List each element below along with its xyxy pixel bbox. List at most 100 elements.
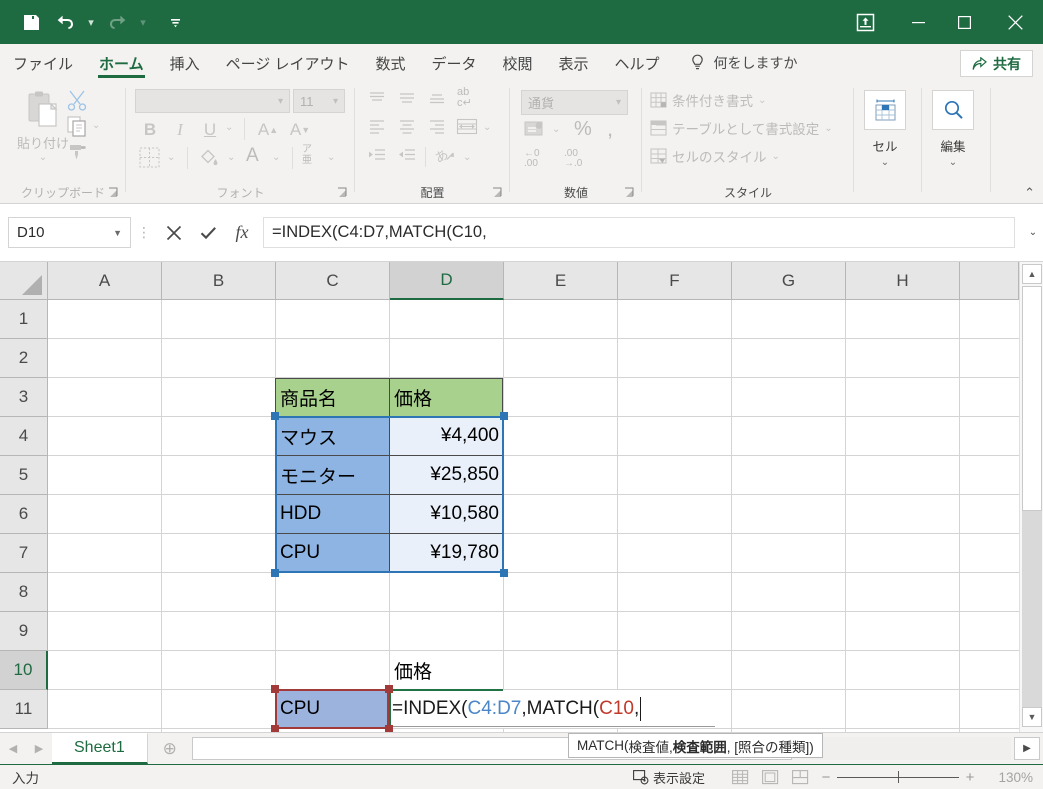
cell-D10-editor[interactable]: =INDEX(C4:D7 ,MATCH(C10, <box>390 690 715 728</box>
cell-area[interactable]: 商品名 価格 マウス ¥4,400 モニター ¥25,850 HDD ¥10,5… <box>48 300 1019 732</box>
cell-D7[interactable]: ¥19,780 <box>390 534 503 572</box>
cell-D6[interactable]: ¥10,580 <box>390 495 503 533</box>
vertical-scroll-thumb[interactable] <box>1022 286 1042 511</box>
cell-C3[interactable]: 商品名 <box>276 378 389 416</box>
row-header-7[interactable]: 7 <box>0 534 48 573</box>
maximize-icon[interactable] <box>941 0 987 44</box>
tell-me-box[interactable]: 何をしますか <box>673 44 798 82</box>
number-dialog-launcher-icon[interactable] <box>624 186 638 200</box>
next-sheet-icon[interactable]: ▶ <box>26 733 52 764</box>
save-icon[interactable] <box>14 5 48 39</box>
clipboard-dialog-launcher-icon[interactable] <box>108 186 122 200</box>
tab-view[interactable]: 表示 <box>546 44 602 82</box>
cell-C5[interactable]: モニター <box>276 456 389 494</box>
column-header-I[interactable] <box>960 262 1019 300</box>
zoom-level-label[interactable]: 130% <box>981 770 1033 785</box>
zoom-in-button[interactable]: + <box>959 769 981 786</box>
column-header-A[interactable]: A <box>48 262 162 300</box>
row-header-8[interactable]: 8 <box>0 573 48 612</box>
page-layout-view-icon[interactable] <box>755 766 785 788</box>
cells-button[interactable]: セル ⌄ <box>856 88 914 184</box>
row-header-1[interactable]: 1 <box>0 300 48 339</box>
cancel-icon[interactable] <box>157 218 191 248</box>
column-header-C[interactable]: C <box>276 262 390 300</box>
zoom-slider[interactable] <box>837 767 959 787</box>
scroll-right-icon[interactable]: ▶ <box>1014 737 1040 760</box>
vertical-scrollbar[interactable]: ▲ ▼ <box>1019 262 1043 732</box>
cell-D5[interactable]: ¥25,850 <box>390 456 503 494</box>
cell-C7[interactable]: CPU <box>276 534 389 572</box>
display-settings-button[interactable]: 表示設定 <box>633 768 705 787</box>
normal-view-icon[interactable] <box>725 766 755 788</box>
cells-chevron-down-icon[interactable]: ⌄ <box>881 157 889 168</box>
ref-handle-tl[interactable] <box>271 685 279 693</box>
previous-sheet-icon[interactable]: ◀ <box>0 733 26 764</box>
column-header-D[interactable]: D <box>390 262 504 300</box>
tab-file[interactable]: ファイル <box>0 44 86 82</box>
alignment-dialog-launcher-icon[interactable] <box>492 186 506 200</box>
cell-C6[interactable]: HDD <box>276 495 389 533</box>
range-handle-tl[interactable] <box>271 412 279 420</box>
collapse-ribbon-chevron-up-icon[interactable]: ⌃ <box>1024 185 1035 201</box>
name-box[interactable]: D10 ▼ <box>8 217 131 248</box>
vertical-scroll-track[interactable] <box>1022 511 1042 707</box>
add-sheet-icon[interactable]: ⊕ <box>148 733 192 764</box>
ref-handle-bl[interactable] <box>271 725 279 732</box>
row-header-3[interactable]: 3 <box>0 378 48 417</box>
formula-bar-splitter[interactable]: ⋮ <box>131 224 157 241</box>
scroll-up-icon[interactable]: ▲ <box>1022 264 1042 284</box>
column-header-B[interactable]: B <box>162 262 276 300</box>
page-break-view-icon[interactable] <box>785 766 815 788</box>
close-icon[interactable] <box>987 0 1043 44</box>
range-handle-br[interactable] <box>500 569 508 577</box>
confirm-check-icon[interactable] <box>191 218 225 248</box>
column-header-E[interactable]: E <box>504 262 618 300</box>
ref-handle-tr[interactable] <box>385 685 393 693</box>
editing-button[interactable]: 編集 ⌄ <box>924 88 982 184</box>
scroll-down-icon[interactable]: ▼ <box>1022 707 1042 727</box>
range-handle-bl[interactable] <box>271 569 279 577</box>
select-all-button[interactable] <box>0 262 48 300</box>
customize-qat-icon[interactable] <box>158 5 192 39</box>
row-header-2[interactable]: 2 <box>0 339 48 378</box>
row-header-10[interactable]: 10 <box>0 651 48 690</box>
minimize-icon[interactable] <box>895 0 941 44</box>
ribbon-display-options-icon[interactable] <box>835 0 895 44</box>
zoom-slider-handle[interactable] <box>898 771 899 783</box>
row-header-6[interactable]: 6 <box>0 495 48 534</box>
share-button[interactable]: 共有 <box>960 50 1033 77</box>
accounting-format-icon <box>523 119 547 146</box>
column-header-H[interactable]: H <box>846 262 960 300</box>
cell-D3[interactable]: 価格 <box>390 378 503 416</box>
row-header-9[interactable]: 9 <box>0 612 48 651</box>
font-dialog-launcher-icon[interactable] <box>337 186 351 200</box>
cell-D4[interactable]: ¥4,400 <box>390 417 503 455</box>
zoom-out-button[interactable]: − <box>815 769 837 786</box>
editing-chevron-down-icon[interactable]: ⌄ <box>949 157 957 168</box>
insert-function-icon[interactable]: fx <box>225 218 259 248</box>
range-handle-tr[interactable] <box>500 412 508 420</box>
sheet-tab-sheet1[interactable]: Sheet1 <box>52 733 148 764</box>
tab-help[interactable]: ヘルプ <box>602 44 673 82</box>
cell-C4[interactable]: マウス <box>276 417 389 455</box>
number-format-combo: 通貨 ▾ <box>521 90 628 115</box>
ref-handle-br[interactable] <box>385 725 393 732</box>
column-header-F[interactable]: F <box>618 262 732 300</box>
row-header-5[interactable]: 5 <box>0 456 48 495</box>
tab-review[interactable]: 校閲 <box>490 44 546 82</box>
tab-insert[interactable]: 挿入 <box>157 44 213 82</box>
cell-C10[interactable]: CPU <box>276 690 389 728</box>
tab-home[interactable]: ホーム <box>86 44 157 82</box>
column-header-G[interactable]: G <box>732 262 846 300</box>
undo-icon[interactable] <box>48 5 82 39</box>
tab-formulas[interactable]: 数式 <box>362 44 418 82</box>
row-header-4[interactable]: 4 <box>0 417 48 456</box>
cell-D9[interactable]: 価格 <box>390 651 503 689</box>
undo-dropdown-chevron-down-icon[interactable]: ▾ <box>82 5 100 39</box>
row-header-11[interactable]: 11 <box>0 690 48 729</box>
formula-input[interactable]: =INDEX(C4:D7,MATCH(C10, <box>263 217 1015 248</box>
tab-data[interactable]: データ <box>418 44 489 82</box>
name-box-chevron-down-icon[interactable]: ▼ <box>113 228 122 238</box>
tab-page-layout[interactable]: ページ レイアウト <box>213 44 363 82</box>
expand-formula-bar-chevron-down-icon[interactable]: ⌄ <box>1023 227 1043 238</box>
